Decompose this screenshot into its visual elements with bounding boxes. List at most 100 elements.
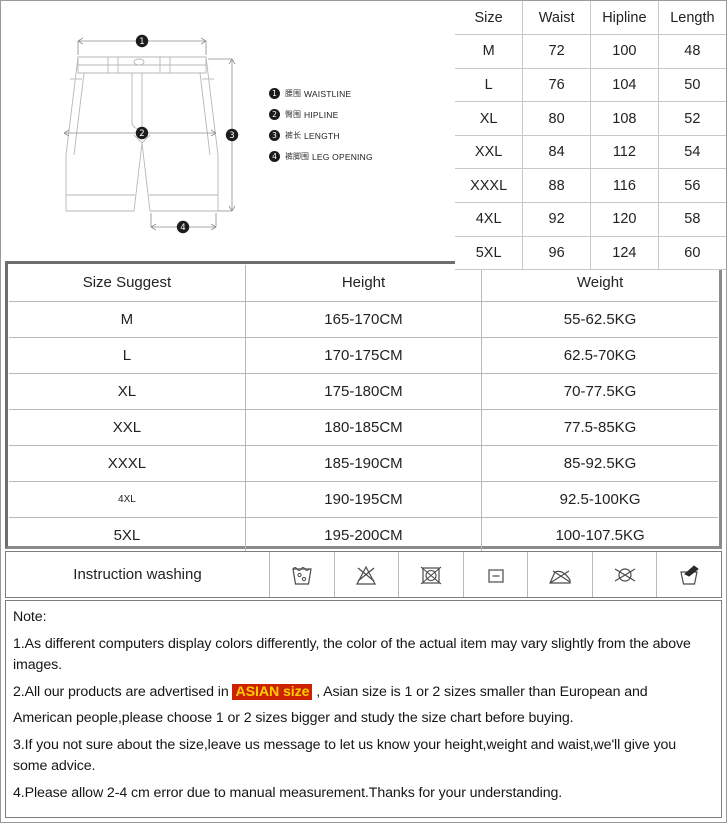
wash-cell xyxy=(399,552,464,597)
wash-cell xyxy=(657,552,721,597)
table-row: L 76 104 50 xyxy=(455,67,726,103)
size-suggest-frame: Size Suggest Height Weight M 165-170CM 55-62.… xyxy=(5,261,722,553)
measurement-value-cell: 104 xyxy=(590,67,659,103)
legend-label-cn: 臀围 xyxy=(285,110,301,119)
svg-text:4: 4 xyxy=(180,223,185,233)
do-not-bleach-icon xyxy=(356,565,377,585)
svg-text:3: 3 xyxy=(229,131,234,141)
legend-badge-4: 4 xyxy=(269,151,280,162)
suggest-weight-cell: 77.5-85KG xyxy=(481,408,718,446)
note-line-2-after: , Asian size is 1 or 2 sizes smaller tha… xyxy=(312,683,648,700)
note-box: Note: 1.As different computers display c… xyxy=(5,600,722,818)
legend-item: 2 臀围 HIPLINE xyxy=(269,104,449,125)
measurement-value-cell: 60 xyxy=(657,235,726,271)
suggest-height-cell: 165-170CM xyxy=(244,300,483,338)
do-not-dry-clean-icon xyxy=(614,567,635,582)
suggest-size-cell: XXL xyxy=(9,408,246,446)
measurement-value-cell: 80 xyxy=(522,101,591,136)
suggest-height-cell: 180-185CM xyxy=(244,408,483,446)
suggest-size-cell: XXXL xyxy=(9,444,246,482)
measurement-size-cell: XXL xyxy=(455,134,524,170)
legend-item: 3 裤长 LENGTH xyxy=(269,125,449,146)
suggest-height-cell: 175-180CM xyxy=(244,372,483,410)
note-line-5: 4.Please allow 2-4 cm error due to manua… xyxy=(13,784,563,801)
legend-item: 4 裤脚围 LEG OPENING xyxy=(269,146,449,167)
note-title: Note: xyxy=(13,609,47,625)
measurement-value-cell: 120 xyxy=(590,202,659,237)
table-row: XXL 180-185CM 77.5-85KG xyxy=(9,408,718,446)
svg-text:2: 2 xyxy=(139,129,144,139)
wash-cell xyxy=(464,552,529,597)
measurement-header-cell: Waist xyxy=(522,1,591,36)
suggest-weight-cell: 70-77.5KG xyxy=(481,372,718,410)
note-line-2: 2.All our products are advertised in ASI… xyxy=(13,682,714,704)
suggest-size-cell: L xyxy=(9,336,246,374)
measurement-value-cell: 88 xyxy=(522,168,591,204)
wash-cell xyxy=(593,552,658,597)
table-row: XL 175-180CM 70-77.5KG xyxy=(9,372,718,410)
measurement-value-cell: 54 xyxy=(657,134,726,170)
table-row: XXXL 88 116 56 xyxy=(455,168,726,204)
size-suggest-table: Size Suggest Height Weight M 165-170CM 55-62.… xyxy=(9,265,718,553)
legend-label-cn: 裤脚围 xyxy=(285,152,309,161)
shorts-diagram-area: 1 2 3 4 1 腰围 WAISTLINE 2 臀围 HIPLINE 3 裤长… xyxy=(1,1,457,259)
washing-instructions-row: Instruction washing xyxy=(5,551,722,598)
size-chart-page: 1 2 3 4 1 腰围 WAISTLINE 2 臀围 HIPLINE 3 裤长… xyxy=(0,0,727,823)
measurement-value-cell: 58 xyxy=(657,202,726,237)
measurement-header-cell: Size xyxy=(455,1,524,36)
iron-icon xyxy=(549,570,571,584)
note-line-3: American people,please choose 1 or 2 siz… xyxy=(13,710,574,726)
measurement-value-cell: 92 xyxy=(522,202,591,237)
measurement-size-cell: 4XL xyxy=(455,202,524,237)
table-row: 4XL 92 120 58 xyxy=(455,202,726,237)
table-row: XL 80 108 52 xyxy=(455,101,726,136)
suggest-size-cell: 4XL xyxy=(9,480,246,518)
measurement-value-cell: 108 xyxy=(590,101,659,136)
measurement-size-cell: XXXL xyxy=(455,168,524,204)
suggest-size-cell: XL xyxy=(9,372,246,410)
table-row: 5XL 195-200CM 100-107.5KG xyxy=(9,516,718,553)
measurement-value-cell: 52 xyxy=(657,101,726,136)
measurement-table: Size Waist Hipline Length M 72 100 48 L 76 104 50 XL… xyxy=(455,1,726,271)
note-line-1: 1.As different computers display colors … xyxy=(13,635,691,674)
suggest-height-cell: 195-200CM xyxy=(244,516,483,553)
measurement-size-cell: L xyxy=(455,67,524,103)
suggest-header-cell: Height xyxy=(244,265,483,302)
table-row: 5XL 96 124 60 xyxy=(455,235,726,271)
table-row: M 165-170CM 55-62.5KG xyxy=(9,300,718,338)
note-line-4: 3.If you not sure about the size,leave u… xyxy=(13,736,677,775)
legend-badge-3: 3 xyxy=(269,130,280,141)
suggest-header-cell: Weight xyxy=(481,265,718,302)
measurement-value-cell: 96 xyxy=(522,235,591,271)
measurement-header-cell: Hipline xyxy=(590,1,659,36)
measurement-value-cell: 50 xyxy=(657,67,726,103)
suggest-weight-cell: 92.5-100KG xyxy=(481,480,718,518)
machine-wash-icon xyxy=(292,566,312,585)
top-section: 1 2 3 4 1 腰围 WAISTLINE 2 臀围 HIPLINE 3 裤长… xyxy=(1,1,726,271)
hand-wash-brush-icon xyxy=(680,564,700,585)
asian-size-highlight: ASIAN size xyxy=(232,683,313,700)
measurement-value-cell: 124 xyxy=(590,235,659,271)
washing-icons xyxy=(270,552,721,597)
table-row: M 72 100 48 xyxy=(455,34,726,69)
legend-label-cn: 裤长 xyxy=(285,131,301,140)
wash-cell xyxy=(528,552,593,597)
table-header-row: Size Suggest Height Weight xyxy=(9,265,718,302)
suggest-weight-cell: 100-107.5KG xyxy=(481,516,718,553)
legend-badge-1: 1 xyxy=(269,88,280,99)
measurement-legend: 1 腰围 WAISTLINE 2 臀围 HIPLINE 3 裤长 LENGTH … xyxy=(269,83,449,167)
measurement-header-cell: Length xyxy=(657,1,726,36)
suggest-weight-cell: 85-92.5KG xyxy=(481,444,718,482)
suggest-size-cell: M xyxy=(9,300,246,338)
measurement-size-cell: XL xyxy=(455,101,524,136)
measurement-value-cell: 112 xyxy=(590,134,659,170)
measurement-value-cell: 48 xyxy=(657,34,726,69)
legend-label-en: LENGTH xyxy=(304,130,340,141)
measurement-size-cell: 5XL xyxy=(455,235,524,271)
wash-cell xyxy=(270,552,335,597)
legend-label-en: HIPLINE xyxy=(304,109,339,120)
measurement-value-cell: 56 xyxy=(657,168,726,204)
measurement-value-cell: 116 xyxy=(590,168,659,204)
legend-label-en: LEG OPENING xyxy=(312,151,373,162)
legend-label-cn: 腰围 xyxy=(285,89,301,98)
